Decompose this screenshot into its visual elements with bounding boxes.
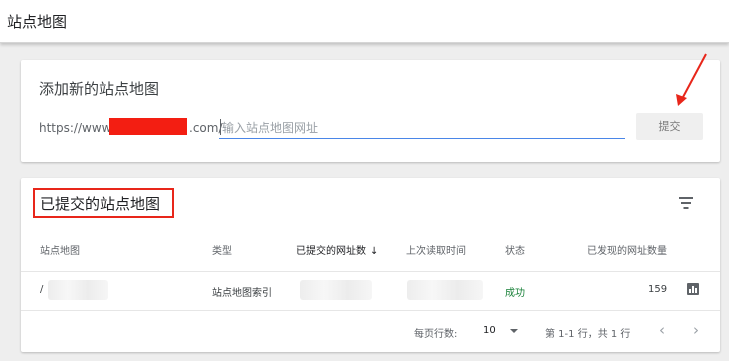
- row-divider: [21, 310, 720, 311]
- submitted-sitemaps-card: 已提交的站点地图 站点地图 类型 已提交的网址数 ↓ 上次读取时间 状态 已发现的…: [21, 178, 720, 352]
- pagination-range: 第 1-1 行，共 1 行: [545, 329, 631, 340]
- submitted-sitemaps-heading: 已提交的站点地图: [40, 195, 161, 213]
- column-header-submitted-urls[interactable]: 已提交的网址数 ↓: [296, 242, 378, 257]
- blurred-sitemap-url: [48, 280, 108, 300]
- sort-down-icon: ↓: [370, 246, 379, 257]
- cell-type: 站点地图索引: [212, 288, 272, 299]
- cell-sitemap[interactable]: /: [40, 284, 43, 295]
- rows-per-page-label: 每页行数:: [414, 329, 458, 340]
- column-header-status[interactable]: 状态: [505, 242, 525, 257]
- chevron-right-icon[interactable]: ›: [693, 321, 699, 339]
- column-header-last-read[interactable]: 上次读取时间: [406, 242, 466, 257]
- header-divider: [21, 271, 720, 272]
- bar-chart-icon[interactable]: [687, 283, 699, 295]
- column-header-submitted-urls-label: 已提交的网址数: [296, 246, 366, 257]
- cell-status: 成功: [505, 288, 525, 299]
- filter-icon[interactable]: [678, 197, 694, 209]
- chevron-left-icon[interactable]: ‹: [659, 321, 665, 339]
- column-header-discovered[interactable]: 已发现的网址数量: [587, 242, 667, 257]
- column-header-sitemap[interactable]: 站点地图: [40, 242, 80, 257]
- cell-discovered: 159: [648, 284, 668, 295]
- column-header-type[interactable]: 类型: [212, 242, 232, 257]
- chevron-down-icon[interactable]: [510, 329, 518, 333]
- rows-per-page-select[interactable]: 10: [483, 325, 496, 336]
- blurred-last-read: [407, 280, 483, 300]
- blurred-submitted-count: [300, 280, 372, 300]
